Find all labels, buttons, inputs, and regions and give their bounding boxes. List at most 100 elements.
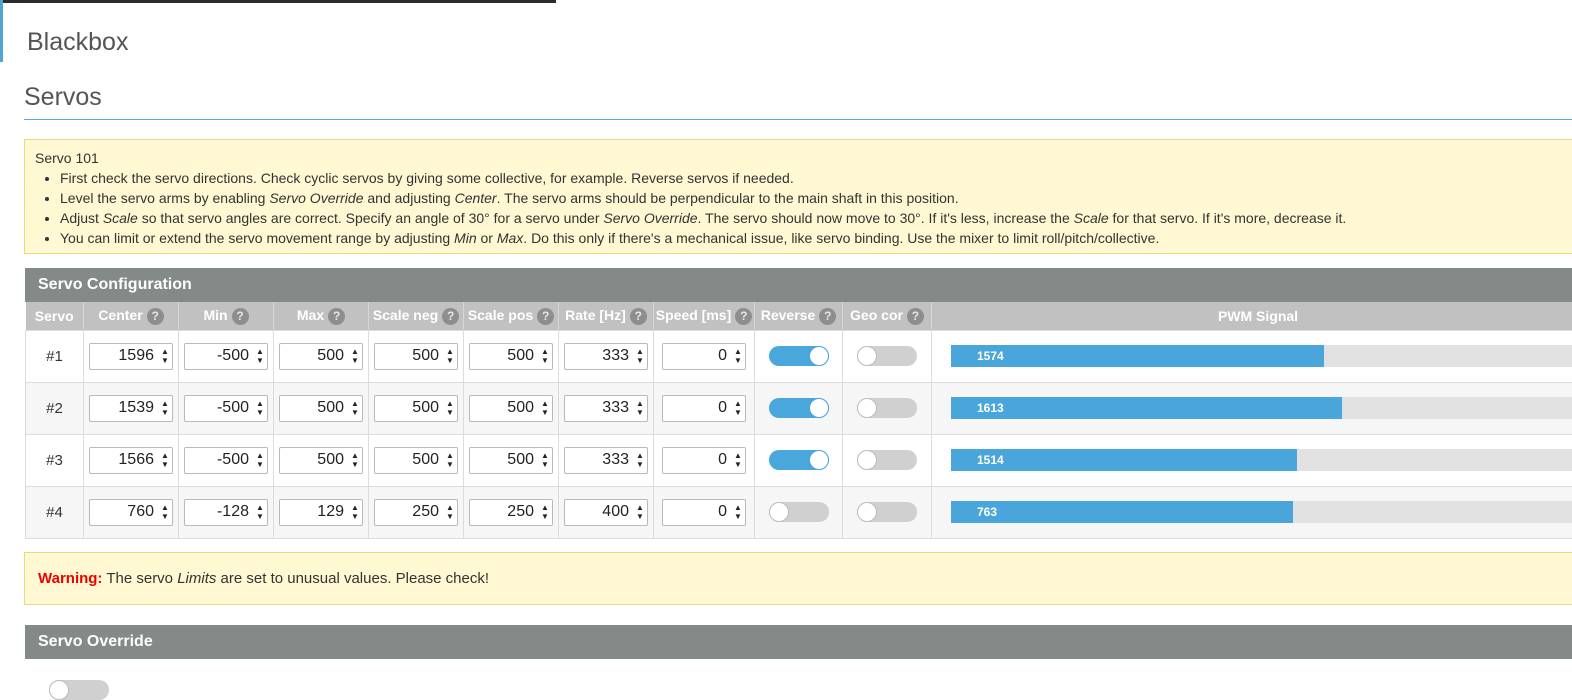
help-icon[interactable]: ?	[537, 308, 554, 325]
pwm-signal-bar: 1574	[951, 345, 1572, 367]
emphasis-text: Center	[455, 190, 497, 206]
geo-cor-toggle[interactable]	[857, 502, 917, 522]
spinner-arrows[interactable]: ▲▼	[731, 344, 745, 369]
scale-pos-input[interactable]: 500▲▼	[469, 447, 553, 474]
pwm-value: 1514	[977, 453, 1004, 467]
spinner-arrows[interactable]: ▲▼	[348, 500, 362, 525]
input-value: 500	[375, 399, 443, 417]
spinner-arrows[interactable]: ▲▼	[158, 396, 172, 421]
spinner-arrows[interactable]: ▲▼	[443, 500, 457, 525]
rate-input[interactable]: 333▲▼	[564, 395, 648, 422]
input-value: 500	[470, 451, 538, 469]
scale-neg-input[interactable]: 250▲▼	[374, 499, 458, 526]
help-icon[interactable]: ?	[147, 308, 164, 325]
max-input[interactable]: 500▲▼	[279, 395, 363, 422]
spinner-arrows[interactable]: ▲▼	[158, 500, 172, 525]
spinner-arrows[interactable]: ▲▼	[633, 396, 647, 421]
spinner-arrows[interactable]: ▲▼	[348, 344, 362, 369]
geo-cor-toggle[interactable]	[857, 346, 917, 366]
help-icon[interactable]: ?	[630, 308, 647, 325]
help-icon[interactable]: ?	[735, 308, 752, 325]
column-label: Scale neg	[373, 307, 438, 323]
scale-pos-input[interactable]: 500▲▼	[469, 343, 553, 370]
spinner-arrows[interactable]: ▲▼	[443, 344, 457, 369]
geo-cor-toggle[interactable]	[857, 398, 917, 418]
spinner-arrows[interactable]: ▲▼	[633, 448, 647, 473]
scale-neg-input[interactable]: 500▲▼	[374, 447, 458, 474]
column-label: Max	[297, 307, 324, 323]
scale-neg-input[interactable]: 500▲▼	[374, 343, 458, 370]
column-label: Center	[98, 307, 142, 323]
toggle-knob	[809, 450, 829, 470]
servo-override-panel	[25, 659, 1572, 689]
center-input[interactable]: 1566▲▼	[89, 447, 173, 474]
rate-input[interactable]: 400▲▼	[564, 499, 648, 526]
input-value: 500	[280, 451, 348, 469]
max-input[interactable]: 500▲▼	[279, 343, 363, 370]
input-value: 500	[375, 347, 443, 365]
spinner-arrows[interactable]: ▲▼	[348, 396, 362, 421]
reverse-toggle[interactable]	[769, 502, 829, 522]
spinner-arrows[interactable]: ▲▼	[253, 500, 267, 525]
reverse-toggle[interactable]	[769, 398, 829, 418]
input-value: 500	[375, 451, 443, 469]
input-value: 1539	[90, 399, 158, 417]
help-icon[interactable]: ?	[232, 308, 249, 325]
spinner-arrows[interactable]: ▲▼	[633, 500, 647, 525]
min-input[interactable]: -500▲▼	[184, 395, 268, 422]
top-loading-bar	[0, 0, 556, 3]
servo-override-toggle[interactable]	[49, 680, 109, 700]
geo-cor-toggle[interactable]	[857, 450, 917, 470]
spinner-arrows[interactable]: ▲▼	[253, 448, 267, 473]
speed-input[interactable]: 0▲▼	[662, 499, 746, 526]
spinner-arrows[interactable]: ▲▼	[158, 344, 172, 369]
center-input[interactable]: 1596▲▼	[89, 343, 173, 370]
reverse-toggle[interactable]	[769, 450, 829, 470]
emphasis-text: Max	[497, 230, 523, 246]
cell-reverse	[755, 330, 843, 382]
speed-input[interactable]: 0▲▼	[662, 395, 746, 422]
spinner-arrows[interactable]: ▲▼	[348, 448, 362, 473]
max-input[interactable]: 500▲▼	[279, 447, 363, 474]
emphasis-text: Servo Override	[269, 190, 363, 206]
help-icon[interactable]: ?	[819, 308, 836, 325]
min-input[interactable]: -128▲▼	[184, 499, 268, 526]
speed-input[interactable]: 0▲▼	[662, 447, 746, 474]
cell-min: -500▲▼	[179, 434, 274, 486]
input-value: 0	[663, 399, 731, 417]
title-divider	[24, 119, 1572, 120]
spinner-arrows[interactable]: ▲▼	[443, 448, 457, 473]
spinner-arrows[interactable]: ▲▼	[731, 448, 745, 473]
help-icon[interactable]: ?	[442, 308, 459, 325]
min-input[interactable]: -500▲▼	[184, 447, 268, 474]
spinner-arrows[interactable]: ▲▼	[731, 396, 745, 421]
scale-pos-input[interactable]: 250▲▼	[469, 499, 553, 526]
spinner-arrows[interactable]: ▲▼	[538, 396, 552, 421]
spinner-arrows[interactable]: ▲▼	[633, 344, 647, 369]
rate-input[interactable]: 333▲▼	[564, 447, 648, 474]
spinner-arrows[interactable]: ▲▼	[538, 500, 552, 525]
spinner-arrows[interactable]: ▲▼	[538, 448, 552, 473]
spinner-arrows[interactable]: ▲▼	[538, 344, 552, 369]
cell-max: 500▲▼	[274, 330, 369, 382]
max-input[interactable]: 129▲▼	[279, 499, 363, 526]
spinner-arrows[interactable]: ▲▼	[443, 396, 457, 421]
cell-scale-neg: 500▲▼	[369, 382, 464, 434]
rate-input[interactable]: 333▲▼	[564, 343, 648, 370]
center-input[interactable]: 760▲▼	[89, 499, 173, 526]
app-title: Blackbox	[27, 28, 128, 57]
speed-input[interactable]: 0▲▼	[662, 343, 746, 370]
help-icon[interactable]: ?	[328, 308, 345, 325]
help-icon[interactable]: ?	[907, 308, 924, 325]
spinner-arrows[interactable]: ▲▼	[158, 448, 172, 473]
cell-geo-cor	[843, 434, 932, 486]
spinner-arrows[interactable]: ▲▼	[731, 500, 745, 525]
scale-neg-input[interactable]: 500▲▼	[374, 395, 458, 422]
spinner-arrows[interactable]: ▲▼	[253, 344, 267, 369]
spinner-arrows[interactable]: ▲▼	[253, 396, 267, 421]
scale-pos-input[interactable]: 500▲▼	[469, 395, 553, 422]
reverse-toggle[interactable]	[769, 346, 829, 366]
min-input[interactable]: -500▲▼	[184, 343, 268, 370]
column-label: Rate [Hz]	[565, 307, 626, 323]
center-input[interactable]: 1539▲▼	[89, 395, 173, 422]
